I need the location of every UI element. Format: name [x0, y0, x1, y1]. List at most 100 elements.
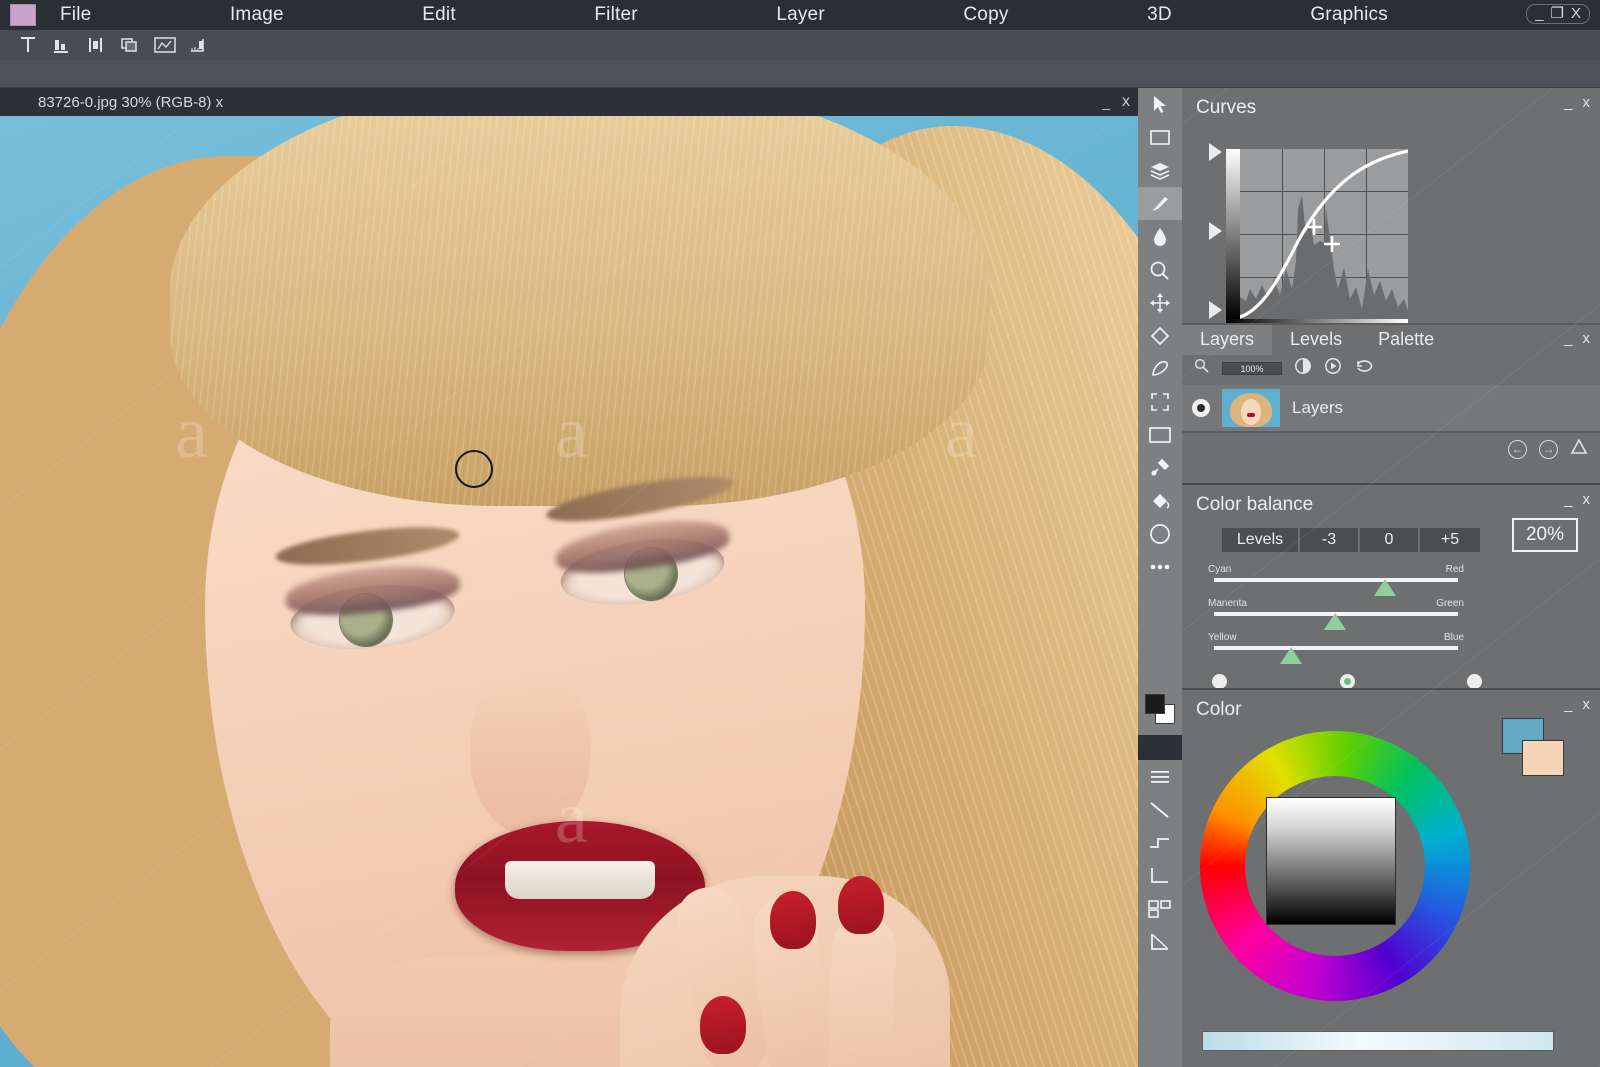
magenta-green-slider[interactable]: Manenta Green [1206, 598, 1466, 632]
brush-tool[interactable] [1138, 187, 1182, 220]
foreground-background-swatch[interactable] [1138, 683, 1182, 735]
duplicate-icon[interactable] [120, 36, 140, 54]
curves-graph[interactable] [1204, 129, 1404, 319]
pen-tool[interactable] [1138, 352, 1182, 385]
menu-item-image[interactable]: Image [224, 4, 290, 26]
levels-value-shadows[interactable]: -3 [1300, 528, 1360, 552]
more-tools-button[interactable] [1138, 550, 1182, 583]
color-wheel[interactable] [1200, 731, 1470, 1001]
color-balance-minimize-button[interactable]: _ [1564, 491, 1572, 508]
tab-levels[interactable]: Levels [1272, 325, 1360, 355]
forward-arrow-icon[interactable]: → [1539, 440, 1558, 459]
search-icon[interactable] [1194, 358, 1210, 379]
layer-visibility-eye-icon[interactable] [1192, 399, 1210, 417]
play-icon[interactable] [1324, 357, 1342, 380]
step-shape-icon[interactable] [1138, 826, 1182, 859]
tab-layers[interactable]: Layers [1182, 325, 1272, 355]
document-close-button[interactable]: x [1122, 93, 1130, 111]
minimize-button[interactable]: _ [1535, 6, 1543, 21]
curves-white-point-marker[interactable] [1209, 143, 1222, 161]
ruler-icon[interactable] [188, 36, 208, 54]
menu-item-3d[interactable]: 3D [1141, 4, 1178, 26]
color-balance-percent-value[interactable]: 20% [1512, 518, 1578, 552]
color-balance-close-button[interactable]: x [1583, 491, 1591, 508]
align-bottom-icon[interactable] [52, 36, 72, 54]
levels-value-highlights[interactable]: +5 [1420, 528, 1480, 552]
menu-item-filter[interactable]: Filter [588, 4, 643, 26]
levels-value-midtones[interactable]: 0 [1360, 528, 1420, 552]
highlights-radio[interactable] [1467, 674, 1482, 689]
paint-bucket-tool[interactable] [1138, 484, 1182, 517]
ellipse-tool[interactable] [1138, 517, 1182, 550]
back-arrow-icon[interactable]: ← [1508, 440, 1527, 459]
photo-nail [838, 876, 884, 934]
layers-minimize-button[interactable]: _ [1564, 330, 1572, 347]
brush-cursor [455, 450, 493, 488]
menu-item-file[interactable]: File [54, 4, 97, 26]
secondary-tool-palette [1138, 760, 1182, 1067]
loop-icon[interactable] [1354, 357, 1376, 380]
yellow-blue-slider[interactable]: Yellow Blue [1206, 632, 1466, 666]
curves-plot-area[interactable] [1240, 149, 1408, 319]
green-label: Green [1436, 598, 1464, 609]
document-tab-label[interactable]: 83726-0.jpg 30% (RGB-8) x [0, 94, 223, 111]
menu-item-edit[interactable]: Edit [416, 4, 462, 26]
hamburger-lines-icon[interactable] [1138, 760, 1182, 793]
menu-item-graphics[interactable]: Graphics [1304, 4, 1394, 26]
photo-nail [770, 891, 816, 949]
layer-row[interactable]: Layers [1182, 385, 1600, 431]
align-center-icon[interactable] [86, 36, 106, 54]
background-swatch[interactable] [1522, 740, 1564, 776]
cyan-red-slider-handle[interactable] [1374, 579, 1396, 596]
curves-minimize-button[interactable]: _ [1564, 94, 1572, 111]
color-minimize-button[interactable]: _ [1564, 696, 1572, 713]
contrast-icon[interactable] [1294, 357, 1312, 380]
curves-control-points[interactable] [1240, 149, 1408, 319]
vertical-line-icon[interactable] [1138, 859, 1182, 892]
blur-tool[interactable] [1138, 220, 1182, 253]
zoom-tool[interactable] [1138, 253, 1182, 286]
grid-boxes-icon[interactable] [1138, 892, 1182, 925]
shadows-radio[interactable] [1212, 674, 1227, 689]
angle-arrow-icon[interactable] [1138, 925, 1182, 958]
layers-tool[interactable] [1138, 154, 1182, 187]
marquee-tool[interactable] [1138, 385, 1182, 418]
triangle-icon[interactable] [1570, 438, 1588, 460]
layer-thumbnail [1222, 389, 1280, 427]
layers-close-button[interactable]: x [1583, 330, 1591, 347]
menu-item-copy[interactable]: Copy [957, 4, 1014, 26]
close-button[interactable]: X [1571, 6, 1581, 21]
image-canvas[interactable]: a a a a [0, 116, 1138, 1067]
yellow-blue-slider-handle[interactable] [1280, 647, 1302, 664]
cyan-red-slider[interactable]: Cyan Red [1206, 564, 1466, 598]
window-controls: _ ❐ X [1526, 4, 1590, 24]
curves-close-button[interactable]: x [1583, 94, 1591, 111]
color-gradient-bar[interactable] [1202, 1031, 1554, 1051]
transform-tool[interactable] [1138, 286, 1182, 319]
layers-panel: Layers Levels Palette _ x 100% [1182, 323, 1600, 483]
secondary-options-bar [0, 60, 1600, 88]
document-minimize-button[interactable]: _ [1102, 94, 1110, 110]
tab-palette[interactable]: Palette [1360, 325, 1452, 355]
diagonal-line-icon[interactable] [1138, 793, 1182, 826]
curves-black-point-marker[interactable] [1209, 301, 1222, 319]
color-close-button[interactable]: x [1583, 696, 1591, 713]
color-balance-panel-title: Color balance [1196, 494, 1313, 516]
menu-item-layer[interactable]: Layer [770, 4, 831, 26]
midtones-radio[interactable] [1340, 674, 1355, 689]
maximize-icon[interactable]: ❐ [1551, 6, 1564, 21]
crop-tool[interactable] [1138, 121, 1182, 154]
align-top-icon[interactable] [18, 36, 38, 54]
rectangle-tool[interactable] [1138, 418, 1182, 451]
magenta-green-slider-handle[interactable] [1324, 613, 1346, 630]
eyedropper-tool[interactable] [1138, 451, 1182, 484]
image-frame-icon[interactable] [154, 36, 174, 54]
foreground-color-swatch[interactable] [1145, 694, 1165, 714]
value-gradient-square[interactable] [1266, 797, 1396, 925]
tool-options-bar [0, 30, 1600, 60]
move-tool[interactable] [1138, 88, 1182, 121]
shape-tool[interactable] [1138, 319, 1182, 352]
right-dock: Curves _ x [1182, 88, 1600, 1067]
layer-opacity-field[interactable]: 100% [1222, 362, 1282, 375]
curves-gamma-marker[interactable] [1209, 222, 1222, 240]
